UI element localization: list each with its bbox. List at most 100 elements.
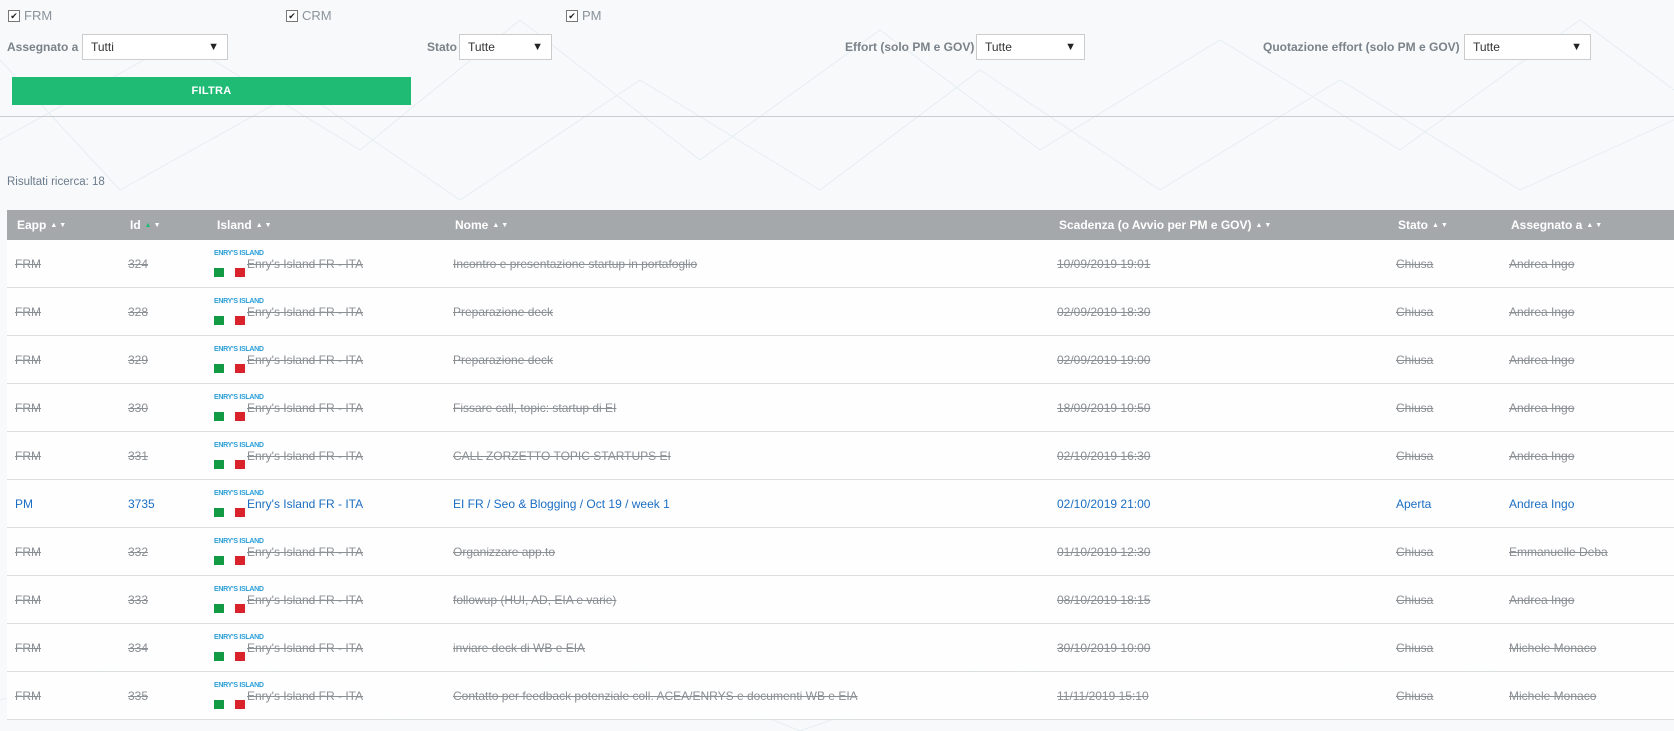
cell-eapp: FRM [15,592,41,607]
cell-island-label: Enry's Island FR - ITA [247,400,364,415]
sort-icon[interactable]: ▲▼ [145,222,163,229]
table-row[interactable]: FRM 335 ENRY'S ISLAND Enry's Island FR - IT… [7,672,1674,720]
italy-flag-icon [214,603,245,613]
sort-icon[interactable]: ▲▼ [1432,222,1450,229]
checkbox-crm[interactable]: ✔ CRM [286,8,332,23]
checkbox-crm-box[interactable]: ✔ [286,9,298,22]
table-row[interactable]: FRM 331 ENRY'S ISLAND Enry's Island FR - IT… [7,432,1674,480]
column-header-scadenza[interactable]: Scadenza (o Avvio per PM e GOV) ▲▼ [1059,210,1273,240]
cell-assegnato: Andrea Ingo [1509,256,1575,271]
column-header-id[interactable]: Id ▲▼ [130,210,163,240]
island-logo-icon: ENRY'S ISLAND [214,537,264,567]
checkbox-frm-box[interactable]: ✔ [8,9,20,22]
checkbox-frm[interactable]: ✔ FRM [8,8,52,23]
table-row[interactable]: FRM 330 ENRY'S ISLAND Enry's Island FR - IT… [7,384,1674,432]
cell-scadenza: 02/09/2019 18:30 [1057,304,1151,319]
checkbox-pm-box[interactable]: ✔ [566,9,578,22]
checkbox-frm-label: FRM [24,8,53,23]
cell-island: ENRY'S ISLAND Enry's Island FR - ITA [214,432,363,479]
cell-nome[interactable]: CALL ZORZETTO TOPIC STARTUPS EI [453,432,671,479]
cell-nome[interactable]: Fissare call, topic: startup di EI [453,384,616,431]
cell-scadenza: 01/10/2019 12:30 [1057,544,1151,559]
cell-stato: Chiusa [1396,544,1434,559]
cell-eapp: FRM [15,688,41,703]
cell-stato: Chiusa [1396,304,1434,319]
island-logo-icon: ENRY'S ISLAND [214,249,264,279]
sort-icon[interactable]: ▲▼ [492,222,510,229]
cell-stato: Chiusa [1396,400,1434,415]
cell-nome[interactable]: Contatto per feedback potenziale coll. A… [453,672,858,719]
cell-eapp: FRM [15,256,41,271]
filter-button[interactable]: FILTRA [12,77,411,105]
cell-id: 330 [128,400,149,415]
table-row[interactable]: FRM 324 ENRY'S ISLAND Enry's Island FR - IT… [7,240,1674,288]
column-label-island: Island [217,218,252,232]
cell-id: 329 [128,352,149,367]
cell-island-label: Enry's Island FR - ITA [247,496,364,511]
cell-island: ENRY'S ISLAND Enry's Island FR - ITA [214,336,363,383]
italy-flag-icon [214,411,245,421]
island-logo-icon: ENRY'S ISLAND [214,681,264,711]
island-logo-text: ENRY'S ISLAND [214,393,264,401]
sort-icon[interactable]: ▲▼ [256,222,274,229]
cell-scadenza: 18/09/2019 10:50 [1057,400,1151,415]
italy-flag-icon [214,267,245,277]
cell-stato: Chiusa [1396,448,1434,463]
checkbox-pm[interactable]: ✔ PM [566,8,602,23]
italy-flag-icon [214,459,245,469]
column-label-scadenza: Scadenza (o Avvio per PM e GOV) [1059,218,1252,232]
column-header-eapp[interactable]: Eapp ▲▼ [17,210,68,240]
cell-island: ENRY'S ISLAND Enry's Island FR - ITA [214,480,363,527]
cell-nome[interactable]: followup (HUI, AD, EIA e varie) [453,576,616,623]
column-header-stato[interactable]: Stato ▲▼ [1398,210,1450,240]
table-header: Eapp ▲▼ Id ▲▼ Island ▲▼ Nome ▲▼ Scadenza… [7,210,1674,240]
island-logo-icon: ENRY'S ISLAND [214,633,264,663]
table-row[interactable]: FRM 329 ENRY'S ISLAND Enry's Island FR - IT… [7,336,1674,384]
sort-icon[interactable]: ▲▼ [50,222,68,229]
cell-eapp: FRM [15,400,41,415]
cell-id: 333 [128,592,149,607]
cell-island-label: Enry's Island FR - ITA [247,592,364,607]
cell-nome[interactable]: EI FR / Seo & Blogging / Oct 19 / week 1 [453,480,670,527]
island-logo-text: ENRY'S ISLAND [214,441,264,449]
cell-eapp: PM [15,496,33,511]
table-row[interactable]: FRM 332 ENRY'S ISLAND Enry's Island FR - IT… [7,528,1674,576]
sort-icon[interactable]: ▲▼ [1586,222,1604,229]
filter-stato-value: Tutte [468,40,495,54]
filter-stato-select[interactable]: Tutte ▼ [459,34,552,60]
column-header-nome[interactable]: Nome ▲▼ [455,210,510,240]
chevron-down-icon: ▼ [208,41,219,53]
column-header-assegnato[interactable]: Assegnato a ▲▼ [1511,210,1604,240]
island-logo-text: ENRY'S ISLAND [214,297,264,305]
cell-scadenza: 08/10/2019 18:15 [1057,592,1151,607]
cell-id: 334 [128,640,149,655]
island-logo-text: ENRY'S ISLAND [214,489,264,497]
cell-nome[interactable]: inviare deck di WB e EIA [453,624,585,671]
table-row[interactable]: PM 3735 ENRY'S ISLAND Enry's Island FR - IT… [7,480,1674,528]
column-header-island[interactable]: Island ▲▼ [217,210,274,240]
table-row[interactable]: FRM 334 ENRY'S ISLAND Enry's Island FR - IT… [7,624,1674,672]
cell-nome[interactable]: Preparazione deck [453,336,553,383]
island-logo-icon: ENRY'S ISLAND [214,393,264,423]
cell-island: ENRY'S ISLAND Enry's Island FR - ITA [214,624,363,671]
island-logo-icon: ENRY'S ISLAND [214,441,264,471]
column-label-nome: Nome [455,218,489,232]
cell-assegnato: Andrea Ingo [1509,592,1575,607]
column-label-assegnato: Assegnato a [1511,218,1583,232]
filter-effort-select[interactable]: Tutte ▼ [976,34,1085,60]
filter-assegnato-select[interactable]: Tutti ▼ [82,34,228,60]
cell-nome[interactable]: Organizzare app.to [453,528,555,575]
cell-id: 331 [128,448,149,463]
cell-nome[interactable]: Incontro e presentazione startup in port… [453,240,697,287]
filter-quotazione-select[interactable]: Tutte ▼ [1464,34,1591,60]
checkbox-pm-label: PM [582,8,602,23]
cell-scadenza: 02/10/2019 21:00 [1057,496,1151,511]
sort-icon[interactable]: ▲▼ [1256,222,1274,229]
cell-nome[interactable]: Preparazione deck [453,288,553,335]
table-row[interactable]: FRM 328 ENRY'S ISLAND Enry's Island FR - IT… [7,288,1674,336]
cell-island-label: Enry's Island FR - ITA [247,688,364,703]
cell-island-label: Enry's Island FR - ITA [247,256,364,271]
cell-stato: Chiusa [1396,256,1434,271]
table-row[interactable]: FRM 333 ENRY'S ISLAND Enry's Island FR - IT… [7,576,1674,624]
cell-assegnato: Andrea Ingo [1509,496,1575,511]
